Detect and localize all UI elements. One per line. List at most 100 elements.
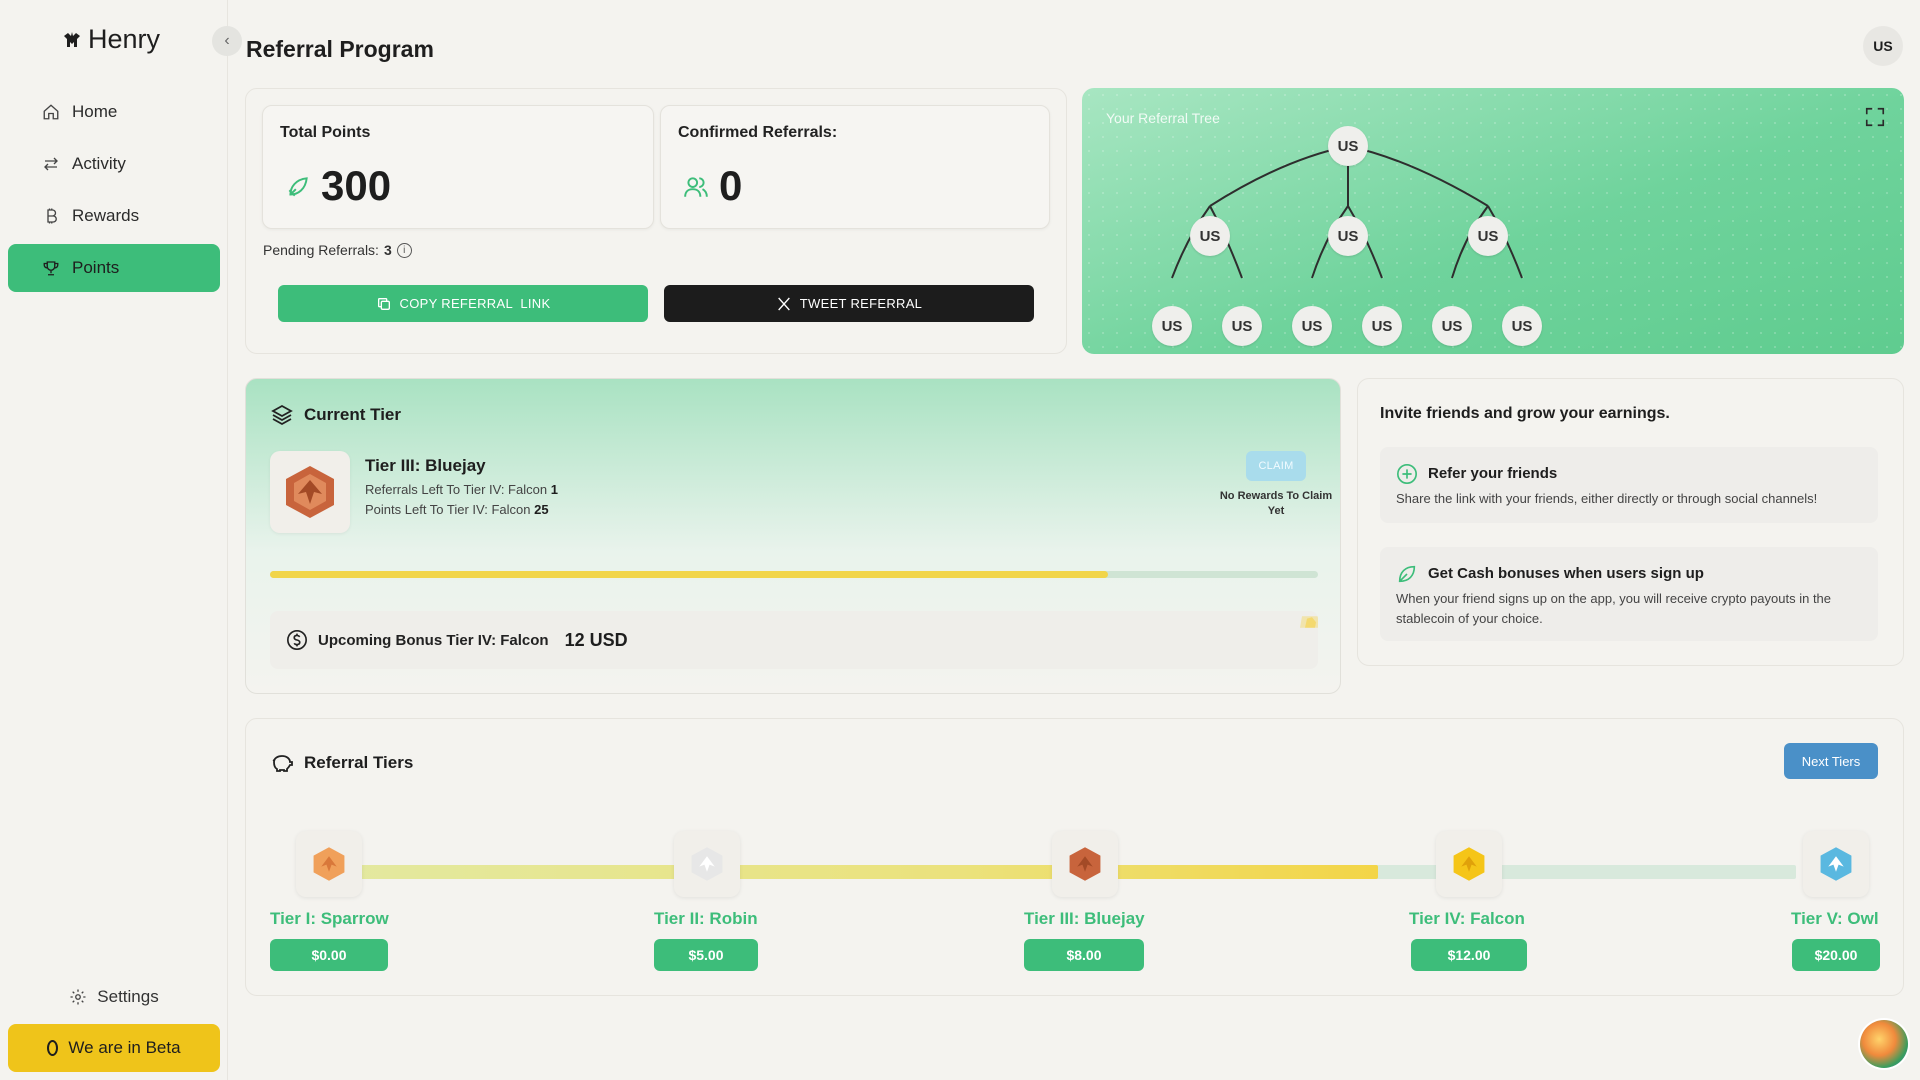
- cash-bonus-card: Get Cash bonuses when users sign up When…: [1380, 547, 1878, 641]
- layers-icon: [271, 404, 293, 426]
- beta-label: We are in Beta: [68, 1038, 181, 1057]
- sidebar-item-label: Activity: [72, 154, 126, 173]
- tier-sparrow-label: Tier I: Sparrow: [270, 909, 389, 928]
- brand-name: Henry: [88, 24, 161, 54]
- beta-icon: [47, 1040, 59, 1056]
- dollar-coin-icon: [287, 630, 307, 650]
- tree-node-level2[interactable]: US: [1222, 306, 1262, 346]
- total-points-label: Total Points: [280, 124, 371, 141]
- sparrow-badge-icon: [313, 847, 345, 881]
- brand-logo[interactable]: Henry: [62, 24, 160, 55]
- eagle-logo-icon: [64, 31, 80, 47]
- claim-button[interactable]: CLAIM: [1246, 451, 1306, 481]
- collapse-sidebar-button[interactable]: ‹: [212, 26, 242, 56]
- copy-referral-link-label: COPY REFERRAL LINK: [399, 296, 551, 311]
- pending-referrals-label: Pending Referrals:: [263, 242, 379, 258]
- tree-node-level2[interactable]: US: [1292, 306, 1332, 346]
- tier-falcon-price[interactable]: $12.00: [1411, 939, 1527, 971]
- tree-node-level2[interactable]: US: [1502, 306, 1542, 346]
- referral-tiers-panel: Referral Tiers Next Tiers Tier I: Sparro…: [245, 718, 1904, 996]
- robin-badge-icon: [691, 847, 723, 881]
- user-avatar[interactable]: US: [1863, 26, 1903, 66]
- current-tier-heading: Current Tier: [270, 403, 401, 427]
- profile-avatar[interactable]: [1860, 1020, 1908, 1068]
- invite-title: Invite friends and grow your earnings.: [1380, 405, 1670, 422]
- sidebar-item-home[interactable]: Home: [8, 88, 220, 136]
- beta-button[interactable]: We are in Beta: [8, 1024, 220, 1072]
- tier-falcon-badge: [1436, 831, 1502, 897]
- tier-bluejay-badge: [1052, 831, 1118, 897]
- referral-tiers-heading: Referral Tiers: [270, 751, 413, 775]
- home-icon: [43, 104, 59, 120]
- falcon-badge-art: [1300, 616, 1318, 628]
- tier-robin-label: Tier II: Robin: [654, 909, 758, 928]
- sidebar-item-activity[interactable]: Activity: [8, 140, 220, 188]
- tier-owl-price[interactable]: $20.00: [1792, 939, 1880, 971]
- total-points-value: 300: [321, 162, 392, 209]
- total-points-card: Total Points 300: [262, 105, 654, 229]
- tree-node-level2[interactable]: US: [1362, 306, 1402, 346]
- next-tiers-button[interactable]: Next Tiers: [1784, 743, 1878, 779]
- current-tier-panel: Current Tier Tier III: Bluejay Referrals…: [245, 378, 1341, 694]
- leaf-icon: [1398, 565, 1416, 583]
- referral-tree-panel: Your Referral Tree US US US US US US US …: [1082, 88, 1904, 354]
- tree-node-level2[interactable]: US: [1432, 306, 1472, 346]
- page-title: Referral Program: [246, 36, 434, 62]
- referral-tiers-label: Referral Tiers: [304, 753, 414, 772]
- tier-progress-bar: [270, 571, 1318, 578]
- cash-bonus-heading: Get Cash bonuses when users sign up: [1428, 565, 1704, 582]
- tier-bluejay-price[interactable]: $8.00: [1024, 939, 1144, 971]
- referrals-left-line: Referrals Left To Tier IV: Falcon 1: [365, 482, 558, 497]
- tier-owl-badge: [1803, 831, 1869, 897]
- sidebar-item-rewards[interactable]: Rewards: [8, 192, 220, 240]
- owl-badge-icon: [1820, 847, 1852, 881]
- referrals-left-value: 1: [550, 482, 558, 497]
- tier-sparrow-badge: [296, 831, 362, 897]
- tier-progress-fill: [270, 571, 1109, 578]
- current-tier-name: Tier III: Bluejay: [365, 456, 486, 475]
- stats-panel: Total Points 300 Confirmed Referrals: 0 …: [245, 88, 1067, 354]
- no-rewards-text: No Rewards To Claim Yet: [1219, 490, 1333, 517]
- tier-bluejay-label: Tier III: Bluejay: [1024, 909, 1145, 928]
- tier-robin-badge: [674, 831, 740, 897]
- tree-node-root[interactable]: US: [1328, 126, 1368, 166]
- invite-panel: Invite friends and grow your earnings. R…: [1357, 378, 1904, 666]
- refer-friends-card: Refer your friends Share the link with y…: [1380, 447, 1878, 523]
- info-icon[interactable]: i: [396, 242, 412, 258]
- tree-node-level1[interactable]: US: [1468, 216, 1508, 256]
- current-tier-heading-label: Current Tier: [304, 405, 401, 424]
- tier-falcon-label: Tier IV: Falcon: [1409, 909, 1525, 928]
- upcoming-bonus-value: 12 USD: [564, 629, 628, 650]
- copy-icon: [377, 297, 390, 310]
- bluejay-badge-icon: [286, 466, 334, 518]
- tree-node-level1[interactable]: US: [1190, 216, 1230, 256]
- rocket-icon: [288, 177, 308, 197]
- copy-referral-link-button[interactable]: COPY REFERRAL LINK: [278, 285, 648, 322]
- users-icon: [684, 177, 708, 197]
- sidebar-nav: Home Activity Rewards Points: [8, 88, 220, 296]
- bitcoin-icon: [47, 208, 57, 224]
- falcon-badge-icon: [1453, 847, 1485, 881]
- refer-friends-heading: Refer your friends: [1428, 465, 1558, 482]
- tier-sparrow-price[interactable]: $0.00: [270, 939, 388, 971]
- tweet-referral-button[interactable]: TWEET REFERRAL: [664, 285, 1034, 322]
- tier-robin-price[interactable]: $5.00: [654, 939, 758, 971]
- referrals-left-label: Referrals Left To Tier IV: Falcon: [365, 482, 548, 497]
- tree-node-level2[interactable]: US: [1152, 306, 1192, 346]
- points-left-label: Points Left To Tier IV: Falcon: [365, 502, 531, 517]
- bluejay-badge-icon: [1069, 847, 1101, 881]
- tiers-track-progress: [336, 865, 1378, 879]
- settings-button[interactable]: Settings: [8, 973, 220, 1021]
- tree-node-level1[interactable]: US: [1328, 216, 1368, 256]
- pending-referrals: Pending Referrals: 3 i: [263, 242, 412, 258]
- tweet-referral-label: TWEET REFERRAL: [799, 296, 923, 311]
- confirmed-referrals-value: 0: [719, 162, 743, 209]
- trophy-icon: [43, 261, 59, 276]
- settings-label: Settings: [97, 987, 159, 1006]
- points-left-value: 25: [534, 502, 549, 517]
- sidebar-item-points[interactable]: Points: [8, 244, 220, 292]
- confirmed-referrals-label: Confirmed Referrals:: [678, 124, 838, 141]
- sidebar: Henry Home Activity Rewards Points Setti…: [0, 0, 228, 1080]
- upcoming-bonus-bar: Upcoming Bonus Tier IV: Falcon 12 USD: [270, 611, 1318, 669]
- refer-friends-desc: Share the link with your friends, either…: [1396, 491, 1818, 506]
